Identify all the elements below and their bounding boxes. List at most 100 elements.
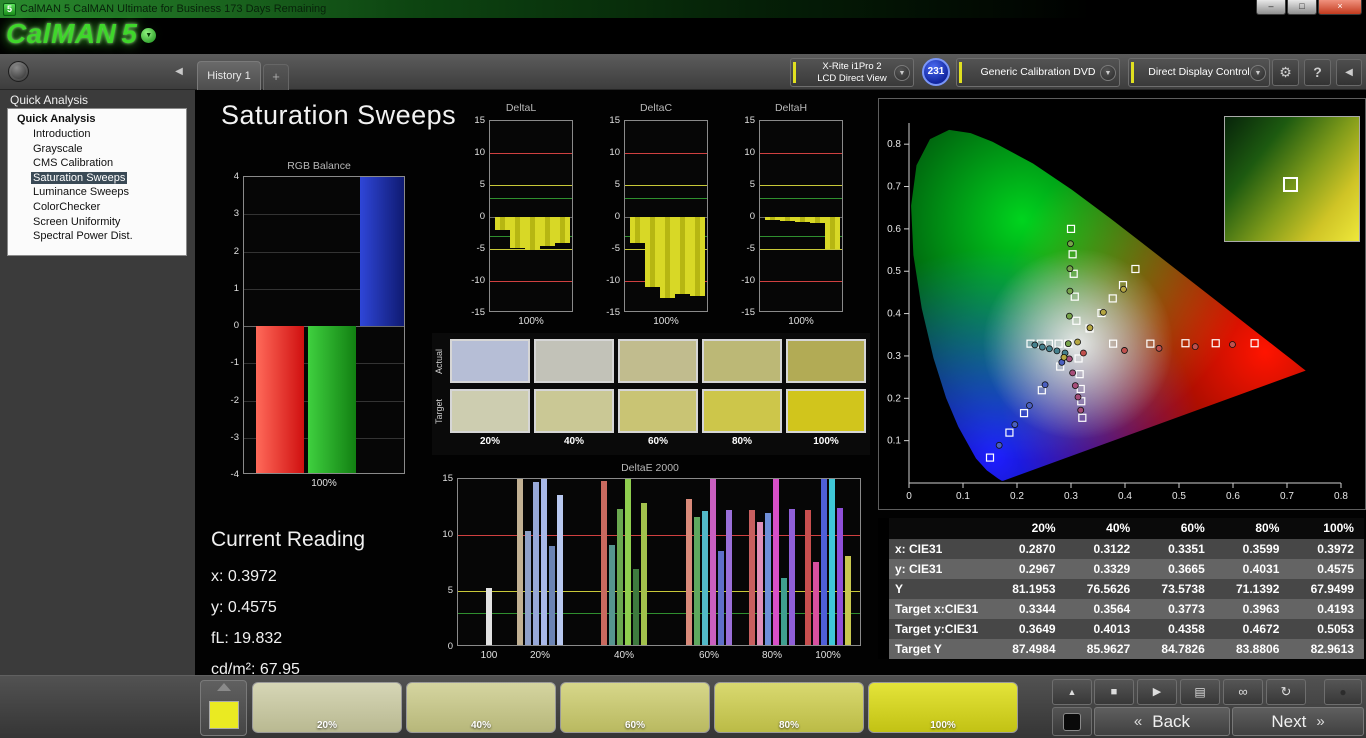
delta-bar — [645, 217, 660, 287]
svg-text:0.8: 0.8 — [1334, 491, 1348, 502]
close-button[interactable]: × — [1318, 0, 1362, 15]
sidebar-title: Quick Analysis — [10, 93, 88, 107]
current-patch-tile[interactable] — [200, 680, 247, 736]
settings-gear-icon[interactable]: ⚙ — [1272, 59, 1299, 86]
sidebar-item-spectral-power-dist-[interactable]: Spectral Power Dist. — [8, 229, 186, 244]
y-tick-label: 1 — [225, 283, 239, 294]
reference-line — [760, 153, 842, 154]
fullscreen-patch-button[interactable] — [1052, 707, 1092, 736]
current-patch-swatch — [209, 701, 239, 729]
sidebar-item-grayscale[interactable]: Grayscale — [8, 142, 186, 157]
black-square-icon — [1063, 713, 1081, 731]
record-button[interactable]: ● — [1324, 679, 1362, 705]
display-control-selector[interactable]: Direct Display Control ▼ — [1128, 58, 1270, 87]
patch-strip-label: 80% — [715, 720, 863, 731]
patch-strip-60[interactable]: 60% — [560, 682, 710, 733]
add-tab-button[interactable]: + — [263, 64, 289, 90]
table-row: x: CIE310.28700.31220.33510.35990.3972 — [878, 539, 1364, 559]
actual-swatch — [534, 339, 614, 383]
current-reading-heading: Current Reading — [211, 528, 365, 552]
table-cell: 87.4984 — [991, 639, 1066, 659]
actual-target-swatch-grid: ActualTarget20%40%60%80%100% — [432, 333, 870, 455]
table-cell: 0.4358 — [1140, 619, 1215, 639]
collapse-right-panel-button[interactable]: ◀ — [1336, 59, 1362, 86]
table-cell: 0.3972 — [1289, 539, 1364, 559]
delta-e-bar — [710, 479, 716, 646]
x-axis-label: 100% — [624, 316, 708, 327]
patch-strip-100[interactable]: 100% — [868, 682, 1018, 733]
stop-button[interactable]: ■ — [1094, 679, 1134, 705]
sidebar-item-luminance-sweeps[interactable]: Luminance Sweeps — [8, 185, 186, 200]
minimize-button[interactable]: – — [1256, 0, 1286, 15]
sidebar-item-cms-calibration[interactable]: CMS Calibration — [8, 156, 186, 171]
table-cell: 0.3329 — [1066, 559, 1141, 579]
delta-e-bar — [789, 509, 795, 646]
y-tick-label: 0 — [733, 211, 755, 222]
table-cell: 0.3351 — [1140, 539, 1215, 559]
sidebar-item-label: Luminance Sweeps — [31, 186, 131, 198]
table-cell: 0.2967 — [991, 559, 1066, 579]
back-button[interactable]: « Back — [1094, 707, 1230, 736]
help-button[interactable]: ? — [1304, 59, 1331, 86]
y-tick-label: -5 — [598, 243, 620, 254]
table-cell: 67.9499 — [1289, 579, 1364, 599]
tree-root-quick-analysis[interactable]: Quick Analysis — [8, 112, 186, 127]
meter-selector[interactable]: X-Rite i1Pro 2 LCD Direct View ▼ — [790, 58, 914, 87]
delta-e-bar — [533, 482, 539, 646]
target-swatch — [618, 389, 698, 433]
logo-dropdown-icon[interactable]: ▼ — [141, 28, 156, 43]
measurement-table: 20%40%60%80%100%x: CIE310.28700.31220.33… — [878, 518, 1364, 659]
delta-bar — [765, 217, 780, 220]
source-selector[interactable]: Generic Calibration DVD ▼ — [956, 58, 1120, 87]
sidebar-item-saturation-sweeps[interactable]: Saturation Sweeps — [8, 171, 186, 186]
svg-text:0.1: 0.1 — [887, 436, 901, 447]
play-button[interactable]: ▶ — [1137, 679, 1177, 705]
delta-bar — [525, 217, 540, 250]
table-cell: 0.5053 — [1289, 619, 1364, 639]
y-tick-label: -3 — [225, 432, 239, 443]
y-tick-label: 5 — [733, 179, 755, 190]
refresh-button[interactable]: ↻ — [1266, 679, 1306, 705]
patch-strip-80[interactable]: 80% — [714, 682, 864, 733]
reference-line — [625, 198, 707, 199]
table-row-label: Y — [889, 579, 991, 599]
maximize-button[interactable]: □ — [1287, 0, 1317, 15]
patch-strip-label: 40% — [407, 720, 555, 731]
delta-e-bar — [617, 509, 623, 646]
pop-up-patch-button[interactable]: ▲ — [1052, 679, 1092, 705]
y-tick-label: 15 — [598, 115, 620, 126]
next-button[interactable]: Next » — [1232, 707, 1364, 736]
delta-e-bar — [821, 479, 827, 646]
workflow-orb-button[interactable] — [8, 61, 29, 82]
rgb-bar-blue — [360, 177, 405, 326]
sidebar-item-introduction[interactable]: Introduction — [8, 127, 186, 142]
sidebar-item-label: Introduction — [31, 128, 92, 140]
current-reading-lines: x: 0.3972y: 0.4575fL: 19.832cd/m²: 67.95 — [211, 568, 365, 679]
current-reading-panel: Current Reading x: 0.3972y: 0.4575fL: 19… — [211, 528, 365, 692]
delta-bar — [690, 217, 705, 296]
save-button[interactable]: ▤ — [1180, 679, 1220, 705]
link-button[interactable]: ∞ — [1223, 679, 1263, 705]
sidebar-collapse-icon[interactable]: ◀ — [170, 63, 188, 81]
reference-line — [625, 153, 707, 154]
sidebar-item-colorchecker[interactable]: ColorChecker — [8, 200, 186, 215]
svg-text:0.7: 0.7 — [1280, 491, 1294, 502]
table-row-label: y: CIE31 — [889, 559, 991, 579]
patch-strip-label: 60% — [561, 720, 709, 731]
svg-text:0.6: 0.6 — [1226, 491, 1240, 502]
reference-line — [625, 185, 707, 186]
delta-e-bar — [813, 562, 819, 646]
patch-strip-40[interactable]: 40% — [406, 682, 556, 733]
tab-history-1[interactable]: History 1 — [197, 61, 261, 90]
table-row: Y81.195376.562673.573871.139267.9499 — [878, 579, 1364, 599]
delta-e-bar — [625, 479, 631, 646]
delta-e-bar — [749, 510, 755, 646]
back-label: Back — [1152, 712, 1190, 732]
delta-c-chart: DeltaC151050-5-10-15100% — [598, 102, 714, 334]
sidebar-item-screen-uniformity[interactable]: Screen Uniformity — [8, 215, 186, 230]
patch-strip-20[interactable]: 20% — [252, 682, 402, 733]
delta-e-bar — [805, 510, 811, 646]
y-tick-label: 15 — [733, 115, 755, 126]
table-cell: 0.3344 — [991, 599, 1066, 619]
y-tick-label: 0 — [433, 641, 453, 652]
